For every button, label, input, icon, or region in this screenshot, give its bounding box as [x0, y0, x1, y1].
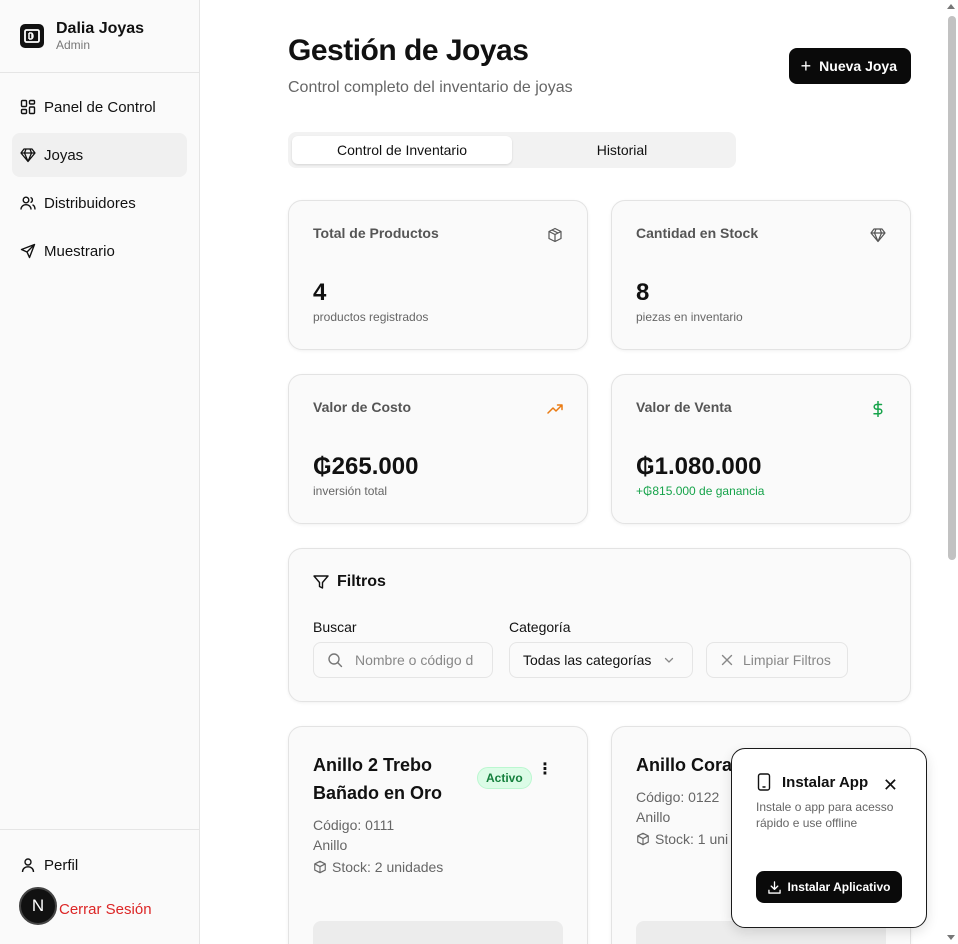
install-app-button[interactable]: Instalar Aplicativo	[756, 871, 902, 903]
product-category: Anillo	[313, 837, 348, 853]
clear-filters-button[interactable]: Limpiar Filtros	[706, 642, 848, 678]
close-icon[interactable]: ✕	[883, 775, 898, 796]
search-label: Buscar	[313, 619, 357, 635]
stat-value: 4	[313, 279, 327, 306]
logout-label: Cerrar Sesión	[59, 900, 152, 918]
brand[interactable]: Dalia Joyas Admin	[0, 0, 199, 73]
stat-note: productos registrados	[313, 310, 429, 324]
stat-card-stock-quantity: Cantidad en Stock 8 piezas en inventario	[611, 200, 911, 350]
brand-logo-icon	[24, 29, 40, 43]
sidebar-item-joyas[interactable]: Joyas	[12, 133, 187, 177]
gem-icon	[870, 228, 886, 243]
sidebar: Dalia Joyas Admin Panel de Control Joyas	[0, 0, 200, 944]
stat-card-total-products: Total de Productos 4 productos registrad…	[288, 200, 588, 350]
search-icon	[328, 653, 343, 668]
sidebar-item-label: Joyas	[44, 146, 84, 164]
filters-card: Filtros Buscar Nombre o código d Categor…	[288, 548, 911, 702]
stat-note-profit: +₲815.000 de ganancia	[636, 484, 765, 498]
filters-title-label: Filtros	[337, 573, 386, 590]
filter-icon	[313, 575, 329, 589]
category-select[interactable]: Todas las categorías	[509, 642, 693, 678]
install-app-header: Instalar App	[756, 773, 902, 791]
stat-label: Valor de Costo	[313, 399, 412, 415]
product-stock: Stock: 2 unidades	[313, 859, 563, 875]
scrollbar-thumb[interactable]	[948, 16, 956, 560]
tab-list: Control de Inventario Historial	[288, 132, 736, 168]
page-title: Gestión de Joyas	[288, 34, 529, 67]
page-scrollbar[interactable]	[944, 0, 958, 944]
stat-note: piezas en inventario	[636, 310, 743, 324]
install-app-popup: Instalar App ✕ Instale o app para acesso…	[731, 748, 927, 928]
chevron-down-icon	[665, 657, 674, 663]
clear-filters-label: Limpiar Filtros	[743, 652, 831, 668]
sidebar-item-distribuidores[interactable]: Distribuidores	[12, 181, 187, 225]
install-app-title: Instalar App	[782, 773, 869, 791]
filters-title: Filtros	[313, 573, 886, 591]
sidebar-item-muestrario[interactable]: Muestrario	[12, 229, 187, 273]
box-icon	[314, 860, 326, 874]
search-input[interactable]: Nombre o código d	[313, 642, 493, 678]
product-name: Anillo 2 Trebo Bañado en Oro	[313, 755, 443, 803]
close-icon	[721, 654, 733, 666]
stat-value: ₲265.000	[313, 453, 419, 480]
stat-card-cost-value: Valor de Costo ₲265.000 inversión total	[288, 374, 588, 524]
install-app-button-label: Instalar Aplicativo	[787, 880, 891, 894]
sidebar-item-panel-de-control[interactable]: Panel de Control	[12, 85, 187, 129]
tab-history[interactable]: Historial	[512, 136, 732, 164]
sidebar-nav: Panel de Control Joyas Distribuidores Mu…	[0, 73, 199, 289]
sidebar-footer: Perfil Cerrar Sesión	[0, 829, 199, 944]
layout-grid-icon	[20, 99, 36, 115]
users-icon	[20, 196, 36, 210]
box-icon	[548, 227, 562, 243]
gem-icon	[20, 148, 36, 163]
brand-role: Admin	[56, 38, 91, 52]
more-vertical-icon[interactable]: ⋮	[537, 759, 553, 779]
product-card[interactable]: Anillo 2 Trebo Bañado en Oro Activo ⋮ Có…	[288, 726, 588, 944]
trending-up-icon	[547, 404, 563, 414]
category-value: Todas las categorías	[523, 652, 652, 668]
product-image-placeholder	[313, 921, 563, 944]
page-subtitle: Control completo del inventario de joyas	[288, 79, 573, 96]
plus-icon: +	[800, 55, 812, 76]
category-label: Categoría	[509, 619, 571, 635]
stat-label: Valor de Venta	[636, 399, 732, 415]
stat-label: Total de Productos	[313, 225, 439, 241]
scroll-up-arrow[interactable]	[947, 4, 955, 9]
install-app-description: Instale o app para acesso rápido e use o…	[756, 800, 894, 830]
profile-label: Perfil	[44, 856, 79, 874]
stat-value: ₲1.080.000	[636, 453, 762, 480]
brand-logo	[20, 24, 44, 48]
product-code: Código: 0111	[313, 817, 395, 833]
tab-inventory-control[interactable]: Control de Inventario	[292, 136, 512, 164]
stat-note: inversión total	[313, 484, 388, 498]
sidebar-item-label: Distribuidores	[44, 194, 136, 212]
sidebar-item-label: Muestrario	[44, 242, 115, 260]
product-stock-label: Stock: 1 uni	[655, 831, 729, 847]
new-jewel-button[interactable]: + Nueva Joya	[788, 48, 911, 84]
user-icon	[21, 858, 35, 873]
profile-link[interactable]: Perfil	[12, 843, 187, 887]
avatar[interactable]: N	[19, 887, 57, 925]
stat-card-sale-value: Valor de Venta ₲1.080.000 +₲815.000 de g…	[611, 374, 911, 524]
product-stock-label: Stock: 2 unidades	[332, 859, 444, 875]
box-icon	[637, 832, 649, 846]
send-icon	[20, 243, 36, 259]
stat-value: 8	[636, 279, 650, 306]
stat-label: Cantidad en Stock	[636, 225, 759, 241]
search-placeholder: Nombre o código d	[355, 652, 474, 668]
new-jewel-label: Nueva Joya	[819, 58, 897, 74]
sidebar-item-label: Panel de Control	[44, 98, 156, 116]
download-icon	[767, 880, 781, 894]
scroll-down-arrow[interactable]	[947, 935, 955, 940]
brand-name: Dalia Joyas	[56, 20, 145, 37]
smartphone-icon	[757, 773, 771, 791]
status-badge: Activo	[477, 767, 532, 789]
dollar-icon	[873, 401, 883, 417]
